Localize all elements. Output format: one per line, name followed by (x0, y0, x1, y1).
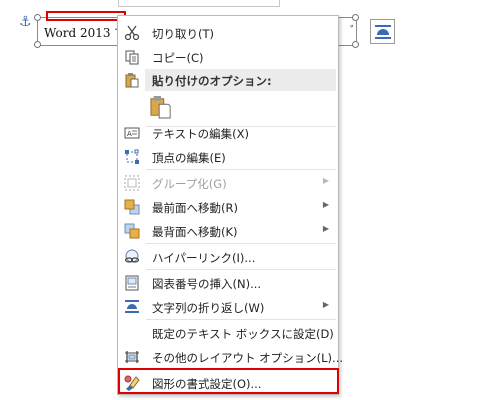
svg-text:A: A (127, 130, 132, 138)
menu-item-label: 最前面へ移動(R) (152, 201, 238, 215)
scissors-icon (124, 25, 140, 41)
caption-icon (125, 275, 139, 291)
menu-item-label: 最背面へ移動(K) (152, 225, 238, 239)
paste-option-button[interactable] (119, 93, 337, 123)
send-to-back-icon (124, 223, 140, 239)
link-icon (124, 249, 140, 263)
wrap-text-icon (125, 300, 139, 313)
resize-handle-top-right[interactable] (352, 14, 359, 21)
submenu-arrow-icon: ▶ (322, 224, 329, 233)
context-menu: 切り取り(T) コピー(C) 貼り付けのオプション: A テキストの編集(X) … (117, 15, 343, 395)
bring-to-front-icon (124, 199, 140, 215)
menu-separator (146, 169, 336, 170)
menu-item-label: ハイパーリンク(I)... (152, 251, 256, 265)
menu-item-label: その他のレイアウト オプション(L)... (152, 351, 344, 365)
textbox-icon: A (124, 127, 140, 139)
menu-item-label: グループ化(G) (152, 177, 227, 191)
menu-separator (146, 269, 336, 270)
layout-options-button[interactable] (370, 19, 395, 44)
menu-item-label: コピー(C) (152, 51, 204, 65)
menu-item-edit-text[interactable]: A テキストの編集(X) (119, 121, 337, 145)
menu-item-more-layout-options[interactable]: その他のレイアウト オプション(L)... (119, 345, 343, 369)
highlight-annotation-format-shape (118, 368, 339, 394)
menu-item-label: 頂点の編集(E) (152, 151, 226, 165)
menu-item-hyperlink[interactable]: ハイパーリンク(I)... (119, 245, 337, 269)
submenu-arrow-icon: ▶ (322, 176, 329, 185)
menu-item-group[interactable]: グループ化(G) ▶ (119, 171, 337, 195)
textbox-edge-text: ﾞ (350, 24, 357, 38)
mini-toolbar-edge (118, 0, 280, 7)
paste-options-header: 貼り付けのオプション: (145, 69, 336, 91)
resize-handle-bottom-left[interactable] (34, 41, 41, 48)
menu-item-bring-to-front[interactable]: 最前面へ移動(R) ▶ (119, 195, 337, 219)
clipboard-icon (125, 73, 139, 88)
menu-item-insert-caption[interactable]: 図表番号の挿入(N)... (119, 271, 337, 295)
menu-item-cut[interactable]: 切り取り(T) (119, 21, 337, 45)
submenu-arrow-icon: ▶ (322, 200, 329, 209)
menu-item-label: 図表番号の挿入(N)... (152, 277, 262, 291)
group-icon (124, 175, 140, 191)
menu-item-wrap-text[interactable]: 文字列の折り返し(W) ▶ (119, 295, 337, 319)
layout-options-icon (375, 25, 391, 39)
layout-options-icon (125, 351, 139, 363)
copy-icon (125, 50, 139, 65)
menu-separator (146, 319, 336, 320)
resize-handle-top-left[interactable] (34, 14, 41, 21)
highlight-annotation-top (46, 11, 126, 21)
textbox-text[interactable]: Word 2013 で (44, 24, 126, 41)
menu-item-edit-points[interactable]: 頂点の編集(E) (119, 145, 337, 169)
edit-points-icon (125, 149, 139, 164)
submenu-arrow-icon: ▶ (322, 300, 329, 309)
anchor-icon: ⚓ (19, 14, 32, 30)
paste-options-label: 貼り付けのオプション: (152, 74, 272, 88)
menu-item-label: 文字列の折り返し(W) (152, 301, 265, 315)
menu-separator (146, 243, 336, 244)
menu-item-label: 既定のテキスト ボックスに設定(D) (152, 327, 334, 341)
menu-item-label: テキストの編集(X) (152, 127, 250, 141)
resize-handle-bottom-right[interactable] (352, 41, 359, 48)
menu-item-label: 切り取り(T) (152, 27, 214, 41)
menu-item-copy[interactable]: コピー(C) (119, 45, 337, 69)
menu-item-set-default-textbox[interactable]: 既定のテキスト ボックスに設定(D) (119, 321, 337, 345)
paste-keep-format-icon (150, 96, 171, 119)
menu-item-send-to-back[interactable]: 最背面へ移動(K) ▶ (119, 219, 337, 243)
